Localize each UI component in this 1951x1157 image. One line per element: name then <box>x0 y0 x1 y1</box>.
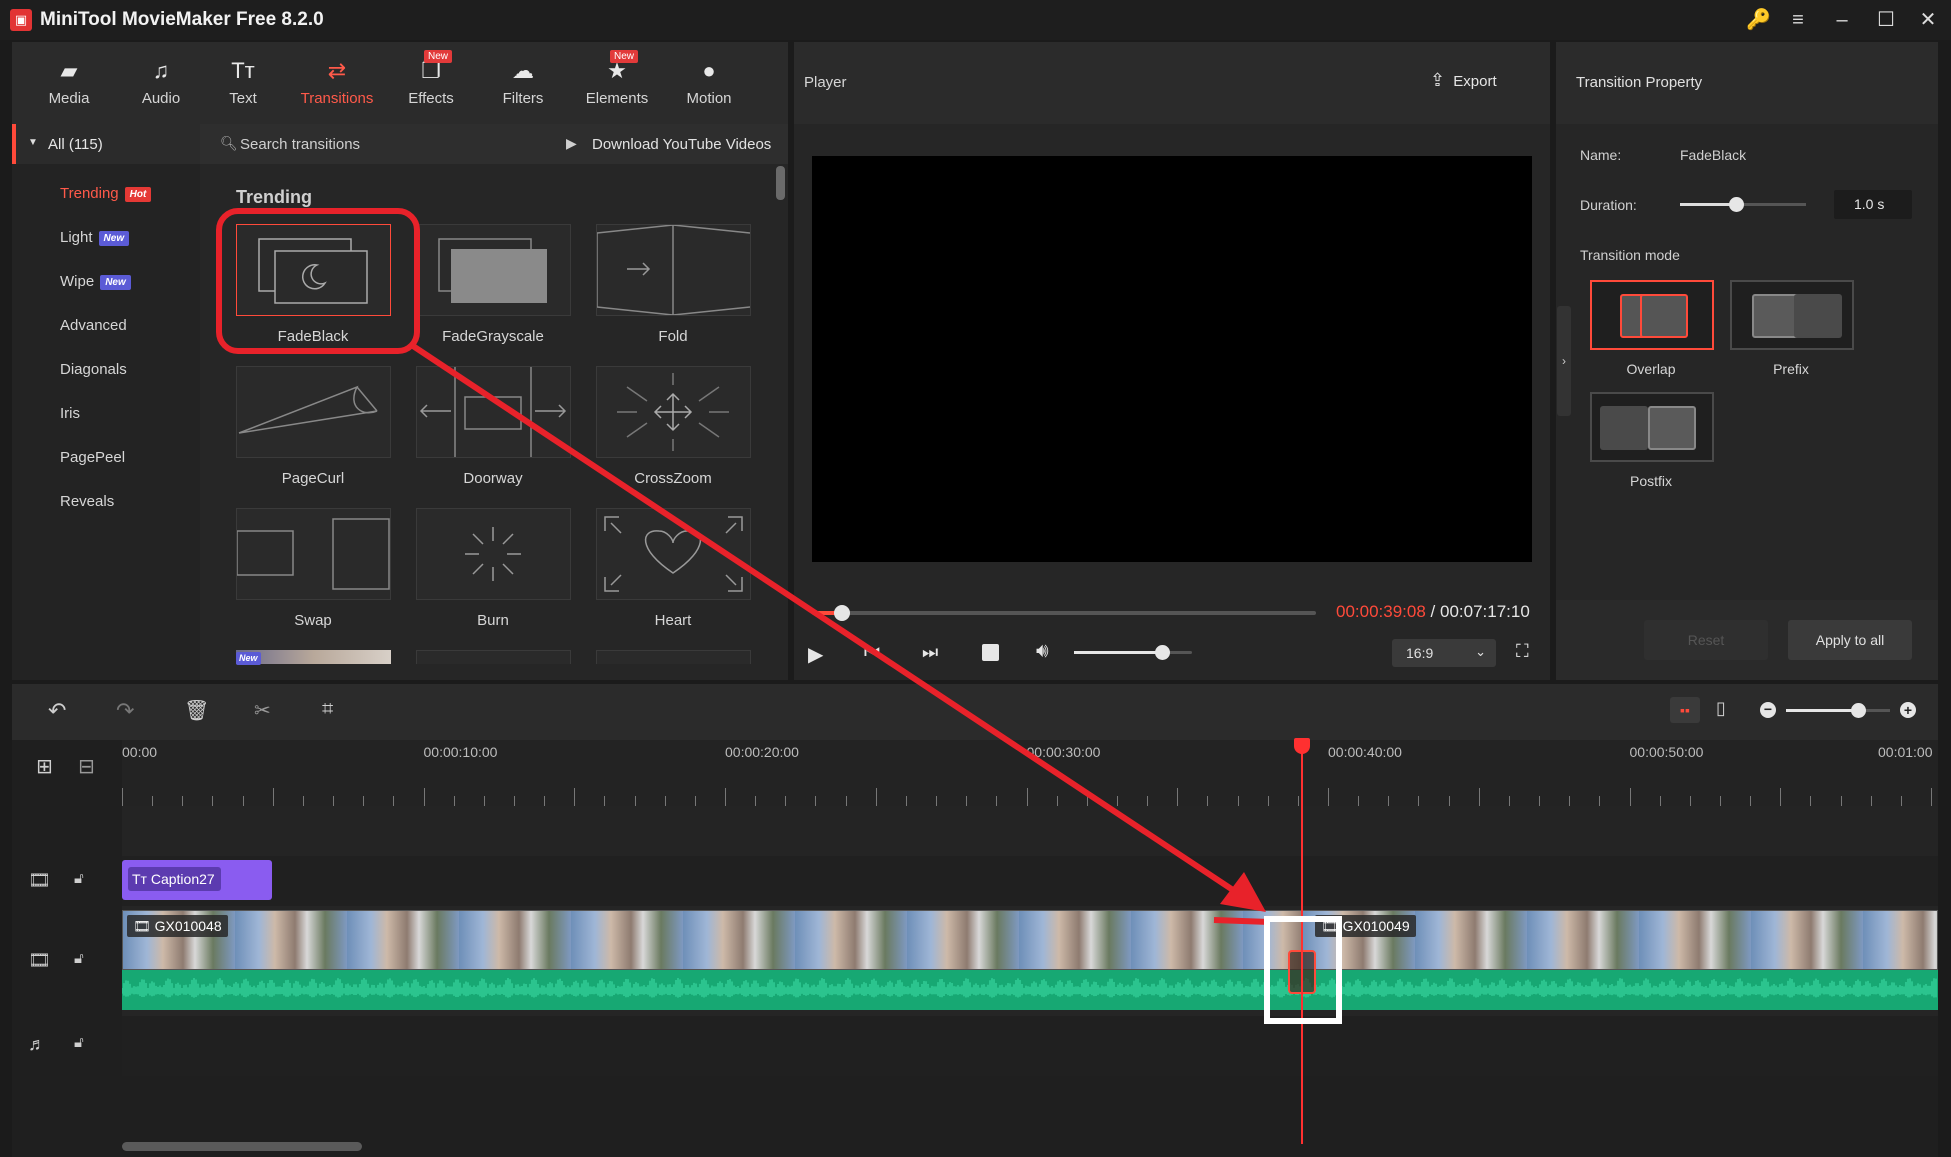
annotation-arrow <box>408 341 1271 925</box>
highlight-annotation-transition <box>1264 916 1342 1024</box>
